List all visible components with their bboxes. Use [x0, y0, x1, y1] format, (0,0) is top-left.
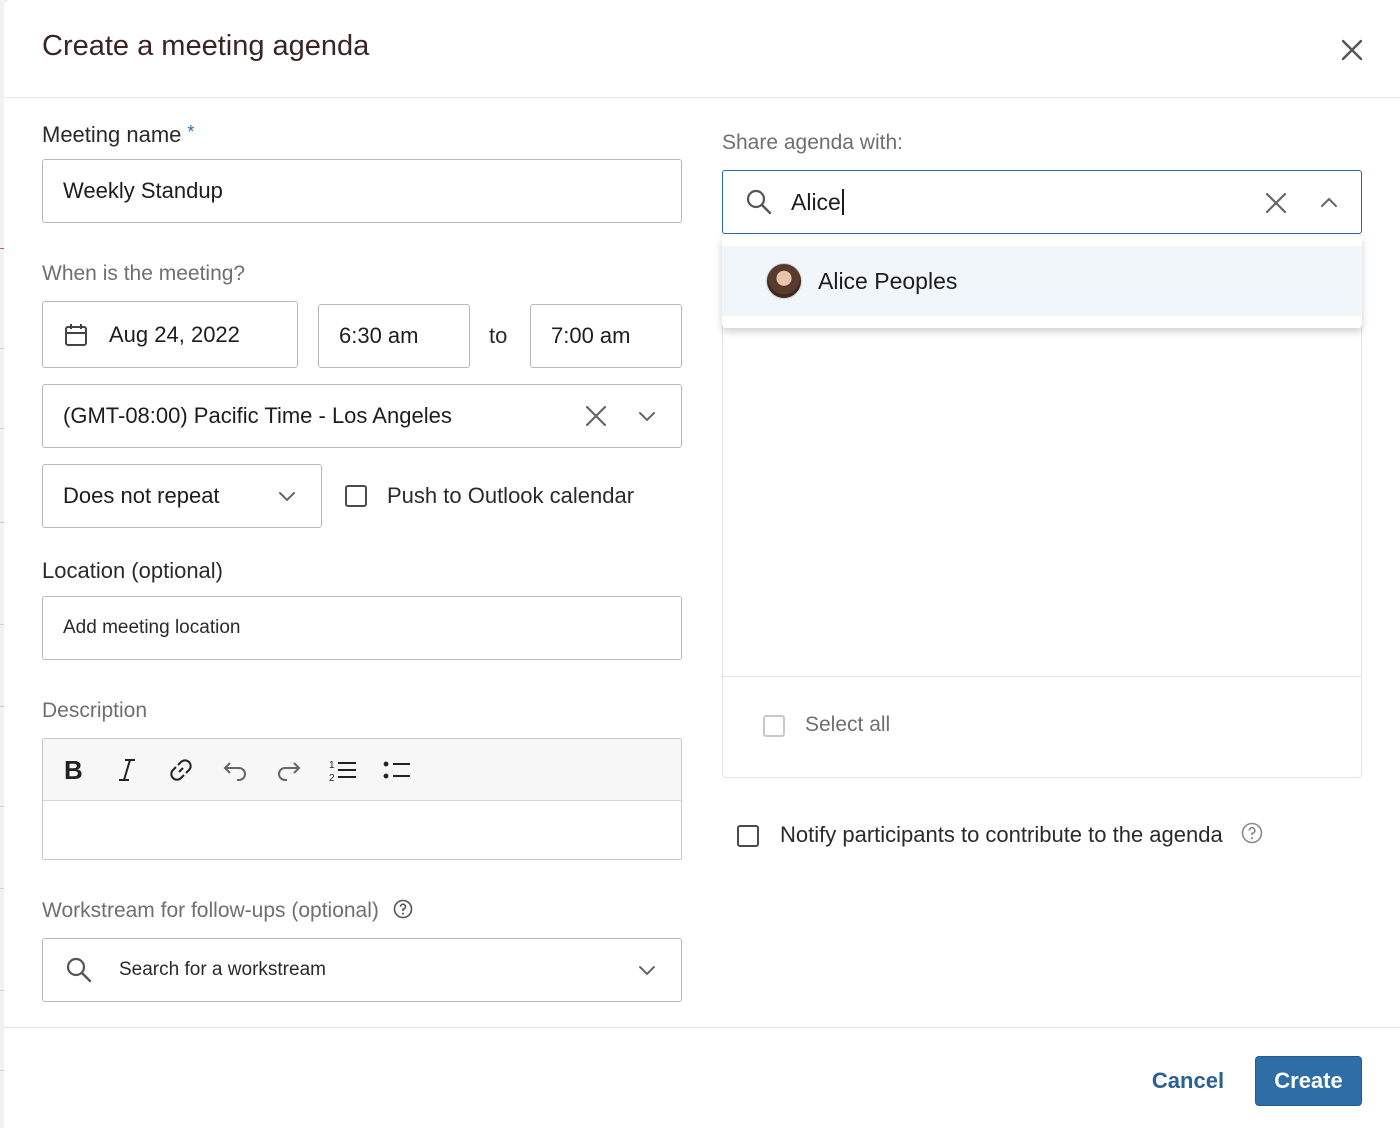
search-icon	[65, 956, 93, 984]
svg-text:B: B	[64, 757, 83, 783]
chevron-up-icon[interactable]	[1319, 193, 1339, 213]
select-all-label: Select all	[805, 713, 891, 736]
text-cursor	[841, 189, 844, 215]
create-agenda-dialog: Create a meeting agenda Meeting name * We…	[4, 0, 1400, 1128]
italic-button[interactable]	[109, 752, 145, 788]
end-time-input[interactable]: 7:00 am	[530, 304, 682, 368]
meeting-name-input[interactable]: Weekly Standup	[42, 159, 682, 223]
italic-icon	[117, 757, 137, 783]
meeting-name-value: Weekly Standup	[63, 178, 223, 203]
start-time-value: 6:30 am	[339, 323, 419, 348]
location-placeholder: Add meeting location	[63, 617, 241, 638]
location-input[interactable]: Add meeting location	[42, 596, 682, 660]
chevron-down-icon[interactable]	[637, 406, 657, 426]
create-button[interactable]: Create	[1255, 1056, 1362, 1106]
bold-button[interactable]: B	[55, 752, 91, 788]
share-search-input[interactable]: Alice	[722, 170, 1362, 234]
required-marker: *	[187, 122, 195, 142]
clear-search-icon[interactable]	[1263, 190, 1289, 216]
timezone-value: (GMT-08:00) Pacific Time - Los Angeles	[63, 403, 452, 428]
end-time-value: 7:00 am	[551, 323, 631, 348]
dialog-footer: Cancel Create	[4, 1027, 1400, 1128]
workstream-label-text: Workstream for follow-ups (optional)	[42, 899, 379, 922]
calendar-icon	[63, 322, 89, 348]
timezone-select[interactable]: (GMT-08:00) Pacific Time - Los Angeles	[42, 384, 682, 448]
search-results-dropdown: Alice Peoples	[722, 236, 1362, 328]
to-label: to	[489, 323, 508, 348]
redo-icon	[275, 758, 303, 782]
undo-button[interactable]	[217, 752, 253, 788]
redo-button[interactable]	[271, 752, 307, 788]
svg-text:1: 1	[329, 760, 335, 771]
push-outlook-checkbox[interactable]	[345, 485, 367, 507]
location-label: Location (optional)	[42, 558, 224, 583]
repeat-select[interactable]: Does not repeat	[42, 464, 322, 528]
dialog-title: Create a meeting agenda	[42, 30, 370, 62]
repeat-value: Does not repeat	[63, 483, 220, 508]
workstream-search-input[interactable]: Search for a workstream	[42, 938, 682, 1002]
description-label: Description	[42, 699, 148, 722]
date-value: Aug 24, 2022	[109, 321, 240, 347]
cancel-button[interactable]: Cancel	[1140, 1056, 1236, 1106]
link-icon	[168, 757, 194, 783]
chevron-down-icon	[277, 486, 297, 506]
numbered-list-icon: 12	[328, 757, 358, 783]
bold-icon: B	[61, 757, 85, 783]
when-label: When is the meeting?	[42, 262, 246, 285]
workstream-label: Workstream for follow-ups (optional)	[42, 899, 413, 923]
numbered-list-button[interactable]: 12	[325, 752, 361, 788]
result-name: Alice Peoples	[818, 267, 958, 294]
undo-icon	[221, 758, 249, 782]
clear-timezone-icon[interactable]	[583, 403, 609, 429]
list-divider	[723, 676, 1361, 677]
dialog-header: Create a meeting agenda	[4, 0, 1400, 98]
workstream-placeholder: Search for a workstream	[119, 959, 326, 980]
meeting-name-label-text: Meeting name	[42, 122, 182, 147]
share-search-value: Alice	[791, 188, 841, 215]
meeting-name-label: Meeting name *	[42, 122, 194, 148]
help-icon[interactable]	[1241, 822, 1263, 844]
result-option[interactable]: Alice Peoples	[722, 246, 1362, 316]
notify-label: Notify participants to contribute to the…	[780, 822, 1263, 848]
link-button[interactable]	[163, 752, 199, 788]
description-text-area[interactable]	[43, 801, 681, 859]
share-label: Share agenda with:	[722, 131, 903, 154]
notify-checkbox[interactable]	[737, 825, 759, 847]
bulleted-list-button[interactable]	[379, 752, 415, 788]
notify-label-text: Notify participants to contribute to the…	[780, 822, 1223, 847]
search-icon	[745, 188, 773, 216]
bulleted-list-icon	[382, 758, 412, 782]
push-outlook-label: Push to Outlook calendar	[387, 483, 635, 508]
start-time-input[interactable]: 6:30 am	[318, 304, 470, 368]
close-button[interactable]	[1334, 32, 1370, 68]
editor-toolbar: B 1 2	[43, 739, 681, 801]
svg-text:2: 2	[329, 773, 335, 783]
chevron-down-icon	[637, 960, 657, 980]
date-picker[interactable]: Aug 24, 2022	[42, 301, 298, 368]
description-editor: B 1 2	[42, 738, 682, 860]
help-icon[interactable]	[393, 899, 413, 919]
avatar	[766, 263, 802, 299]
select-all-checkbox[interactable]	[763, 715, 785, 737]
close-icon	[1340, 38, 1364, 62]
